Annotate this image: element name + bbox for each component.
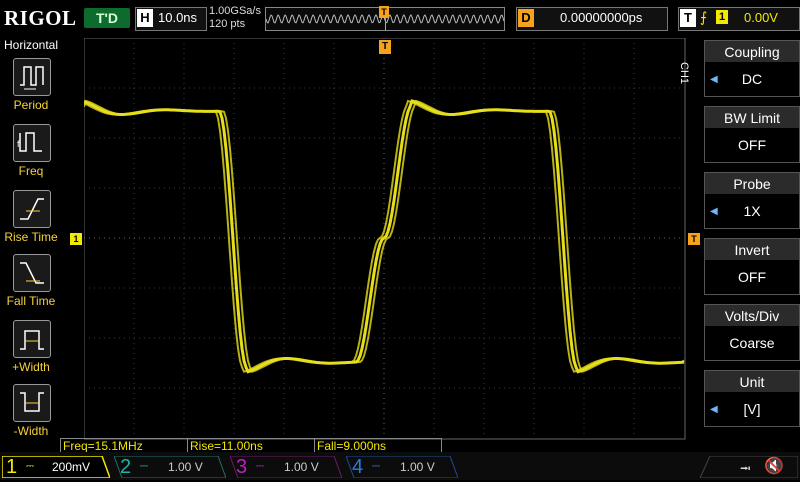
channel1-tab[interactable]: 1 ⎓ 200mV bbox=[2, 456, 110, 478]
dc-coupling-icon: ⎓ bbox=[140, 461, 148, 472]
sample-rate: 1.00GSa/s bbox=[209, 5, 261, 17]
trigger-position-marker[interactable]: T bbox=[379, 40, 391, 54]
plus-width-icon bbox=[20, 330, 44, 350]
trigger-level: 0.00V bbox=[744, 10, 778, 25]
channel1-number: 1 bbox=[6, 456, 18, 478]
measure-menu-title: Horizontal bbox=[3, 38, 59, 52]
channel2-scale: 1.00 V bbox=[168, 460, 203, 474]
probe-title: Probe bbox=[704, 172, 800, 195]
usb-icon[interactable]: ⭲ bbox=[740, 458, 751, 482]
volts-div-button[interactable]: Coarse bbox=[704, 326, 800, 361]
freq-icon: f bbox=[17, 132, 42, 152]
horizontal-key: H bbox=[137, 9, 153, 27]
coupling-title: Coupling bbox=[704, 40, 800, 63]
probe-button[interactable]: 1X bbox=[704, 194, 800, 229]
probe-arrow-icon: ◀ bbox=[710, 206, 718, 217]
channel3-tab[interactable]: 3 ⎓ 1.00 V bbox=[230, 456, 342, 478]
bw-limit-button[interactable]: OFF bbox=[704, 128, 800, 163]
unit-arrow-icon: ◀ bbox=[710, 404, 718, 415]
period-icon bbox=[20, 66, 44, 90]
channel1-ground-marker[interactable]: 1 bbox=[70, 233, 82, 245]
channel3-scale: 1.00 V bbox=[284, 460, 319, 474]
freq-label: Freq bbox=[18, 164, 44, 178]
delay-value: 0.00000000ps bbox=[560, 10, 643, 25]
minus-width-icon bbox=[20, 392, 44, 412]
minus-width-button[interactable] bbox=[13, 384, 51, 422]
channel4-scale: 1.00 V bbox=[400, 460, 435, 474]
fall-time-label: Fall Time bbox=[6, 294, 56, 308]
period-label: Period bbox=[13, 98, 49, 112]
trigger-key: T bbox=[680, 9, 696, 27]
fall-time-button[interactable] bbox=[13, 254, 51, 292]
coupling-arrow-icon: ◀ bbox=[710, 74, 718, 85]
channel4-tab[interactable]: 4 ⎓ 1.00 V bbox=[346, 456, 458, 478]
channel3-number: 3 bbox=[236, 456, 248, 478]
channel4-number: 4 bbox=[352, 456, 364, 478]
dc-coupling-icon: ⎓ bbox=[372, 461, 380, 472]
period-button[interactable] bbox=[13, 58, 51, 96]
coupling-button[interactable]: DC bbox=[704, 62, 800, 97]
dc-coupling-icon: ⎓ bbox=[256, 461, 264, 472]
fall-time-icon bbox=[20, 262, 44, 284]
rising-edge-icon: ⨍ bbox=[700, 9, 708, 25]
minus-width-label: -Width bbox=[13, 424, 49, 438]
unit-button[interactable]: [V] bbox=[704, 392, 800, 427]
memory-points: 120 pts bbox=[209, 18, 246, 30]
trigger-level-marker[interactable]: T bbox=[688, 233, 700, 245]
plus-width-button[interactable] bbox=[13, 320, 51, 358]
volts-div-title: Volts/Div bbox=[704, 304, 800, 327]
delay-key: D bbox=[518, 9, 534, 27]
freq-button[interactable]: f bbox=[13, 124, 51, 162]
bw-limit-title: BW Limit bbox=[704, 106, 800, 129]
channel2-number: 2 bbox=[120, 456, 132, 478]
brand-logo: RIGOL bbox=[4, 6, 77, 30]
rise-time-label: Rise Time bbox=[4, 230, 58, 244]
trigger-channel: 1 bbox=[716, 10, 728, 24]
timebase-value: 10.0ns bbox=[158, 10, 198, 25]
run-state-badge[interactable]: T'D bbox=[84, 8, 130, 28]
dc-coupling-icon: ⎓ bbox=[26, 461, 34, 472]
speaker-muted-icon[interactable]: 🔇 bbox=[764, 456, 784, 476]
menu-channel-label: CH1 bbox=[678, 62, 690, 85]
trigger-box[interactable] bbox=[678, 7, 800, 31]
rise-time-button[interactable] bbox=[13, 190, 51, 228]
channel1-scale: 200mV bbox=[52, 460, 91, 474]
rise-time-icon bbox=[20, 198, 44, 220]
memory-trigger-marker: T bbox=[379, 6, 389, 18]
waveform-display[interactable] bbox=[84, 38, 686, 440]
plus-width-label: +Width bbox=[12, 360, 50, 374]
invert-title: Invert bbox=[704, 238, 800, 261]
channel2-tab[interactable]: 2 ⎓ 1.00 V bbox=[114, 456, 226, 478]
unit-title: Unit bbox=[704, 370, 800, 393]
invert-button[interactable]: OFF bbox=[704, 260, 800, 295]
